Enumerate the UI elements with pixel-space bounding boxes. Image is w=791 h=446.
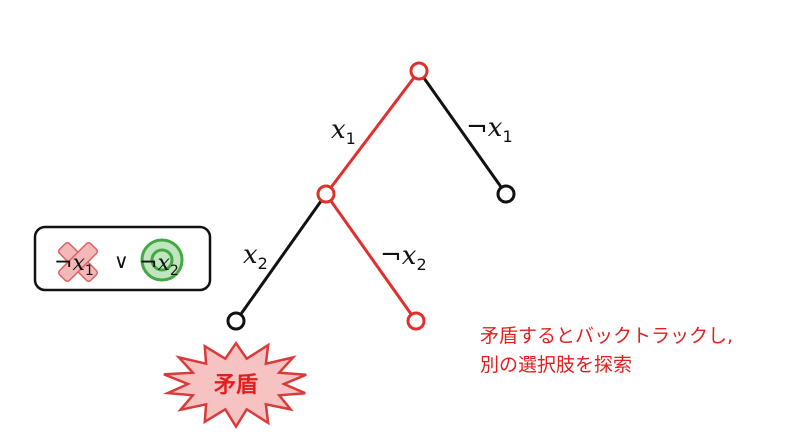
node-x2-true	[226, 311, 246, 331]
node-x1-false	[496, 184, 516, 204]
node-root	[409, 61, 429, 81]
clause-box: ¬x1 ∨ ¬x2	[33, 225, 212, 292]
label-root-right: ¬x1	[466, 113, 513, 146]
note-line-2: 別の選択肢を探索	[480, 354, 633, 376]
conflict-burst: 矛盾	[162, 340, 307, 429]
conflict-label: 矛盾	[213, 373, 258, 398]
label-root-left: x1	[331, 115, 356, 148]
node-x2-false	[406, 311, 426, 331]
clause-or-operator: ∨	[114, 249, 129, 273]
note-line-1: 矛盾するとバックトラックし,	[480, 325, 734, 347]
backtrack-note: 矛盾するとバックトラックし, 別の選択肢を探索	[480, 322, 733, 380]
label-mid-right: ¬x2	[380, 241, 427, 274]
label-mid-left: x2	[243, 240, 268, 273]
node-x1-true	[316, 184, 336, 204]
backtracking-diagram: x1 ¬x1 x2 ¬x2 ¬x1 ∨ ¬x2 矛盾 矛盾するとバックトラックし…	[0, 0, 791, 446]
